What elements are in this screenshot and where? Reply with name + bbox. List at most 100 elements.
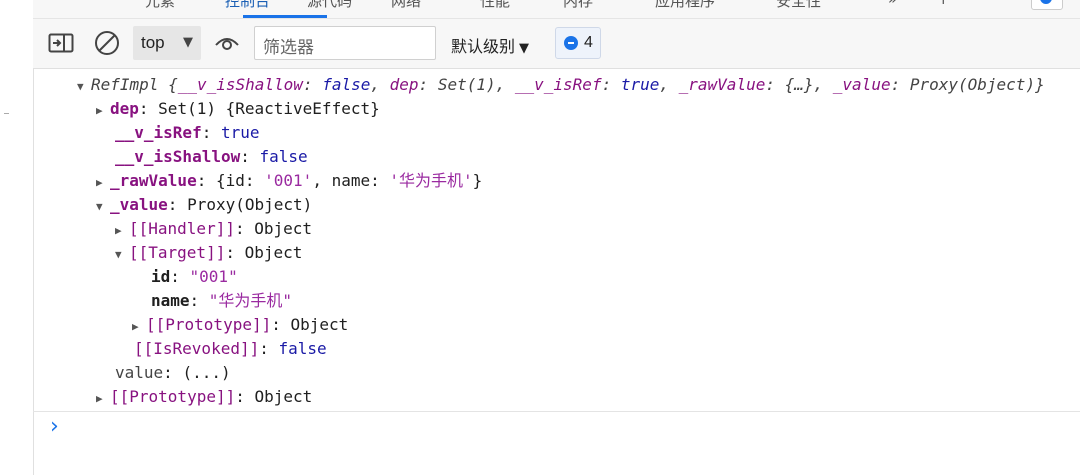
- prop-value: false: [259, 147, 308, 166]
- left-panel-strip: [0, 0, 34, 475]
- tree-row-value[interactable]: ▼ _value: Proxy(Object): [96, 193, 312, 217]
- tab-sources[interactable]: 源代码: [307, 0, 352, 10]
- console-prompt-icon[interactable]: ›: [50, 414, 59, 439]
- colon: :: [170, 267, 190, 286]
- preview-part: _rawValue: [678, 75, 766, 94]
- preview-part: ,: [659, 75, 679, 94]
- prop-value: : (...): [163, 363, 231, 382]
- sidebar-toggle-icon: [48, 33, 74, 53]
- log-levels-label: 默认级别: [451, 37, 516, 56]
- expanded-triangle-icon[interactable]: ▼: [77, 75, 91, 99]
- prop-key: [[Target]]: [129, 243, 226, 262]
- preview-part: : {…},: [765, 75, 833, 94]
- log-entry-refimpl[interactable]: ▼ RefImpl {__v_isShallow: false, dep: Set…: [77, 73, 1045, 97]
- context-label: top: [141, 33, 165, 52]
- preview-part: : Proxy(Object)}: [890, 75, 1045, 94]
- prop-key: value: [115, 363, 164, 382]
- collapsed-triangle-icon[interactable]: ▶: [96, 99, 110, 123]
- preview-part: __v_isShallow: [177, 75, 303, 94]
- preview-part: __v_isRef: [514, 75, 602, 94]
- expanded-triangle-icon[interactable]: ▼: [96, 195, 110, 219]
- prop-value: : Object: [225, 243, 303, 262]
- issues-button[interactable]: 4: [555, 27, 601, 59]
- colon: :: [240, 147, 260, 166]
- toggle-sidebar-button[interactable]: [47, 29, 75, 57]
- prop-value: false: [278, 339, 327, 358]
- prop-key: __v_isRef: [115, 123, 202, 142]
- preview-part: _value: [832, 75, 891, 94]
- active-tab-indicator: [243, 15, 327, 18]
- tree-row-dep[interactable]: ▶ dep: Set(1) {ReactiveEffect}: [96, 97, 380, 121]
- tab-security[interactable]: 安全性: [776, 0, 821, 10]
- tree-row-handler[interactable]: ▶ [[Handler]]: Object: [115, 217, 312, 241]
- prop-value: : Proxy(Object): [167, 195, 313, 214]
- tab-performance[interactable]: 性能: [480, 0, 510, 10]
- tree-row-prototype-outer[interactable]: ▶ [[Prototype]]: Object: [96, 385, 312, 409]
- preview-part: :: [601, 75, 621, 94]
- string-value: "001": [189, 267, 238, 286]
- collapsed-triangle-icon[interactable]: ▶: [96, 387, 110, 411]
- caret-down-icon: ▼: [519, 41, 530, 56]
- preview-part: : Set(1),: [418, 75, 515, 94]
- tree-row-isrevoked: [[IsRevoked]]: false: [134, 337, 327, 361]
- colon: :: [201, 123, 221, 142]
- tree-row-v-isshallow: __v_isShallow: false: [115, 145, 308, 169]
- tab-elements[interactable]: 元素: [145, 0, 175, 10]
- collapsed-triangle-icon[interactable]: ▶: [132, 315, 146, 339]
- refimpl-label: RefImpl: [91, 75, 159, 94]
- string-value: '华为手机': [389, 171, 473, 190]
- prop-key: [[Prototype]]: [110, 387, 236, 406]
- preview-part: ,: [370, 75, 390, 94]
- preview-part: false: [322, 75, 371, 94]
- prop-key: name: [151, 291, 190, 310]
- collapsed-triangle-icon[interactable]: ▶: [96, 171, 110, 195]
- prop-key: _value: [110, 195, 168, 214]
- add-tab-button[interactable]: +: [937, 0, 950, 8]
- refimpl-preview: {__v_isShallow: false, dep: Set(1), __v_…: [158, 75, 1045, 94]
- more-tabs-button[interactable]: »: [888, 0, 897, 8]
- prop-value: : Object: [271, 315, 349, 334]
- prop-value-part: : {id:: [196, 171, 265, 190]
- prop-key: id: [151, 267, 171, 286]
- feedback-button[interactable]: [1031, 0, 1063, 10]
- chat-icon: [1040, 0, 1052, 4]
- filter-input[interactable]: 筛选器: [254, 26, 436, 60]
- colon: :: [189, 291, 209, 310]
- tree-row-v-isref: __v_isRef: true: [115, 121, 260, 145]
- context-selector[interactable]: top ▼: [133, 26, 201, 60]
- prop-key: __v_isShallow: [115, 147, 241, 166]
- log-levels-dropdown[interactable]: 默认级别 ▼: [451, 33, 529, 57]
- tree-row-id: id: "001": [151, 265, 238, 289]
- prop-value-part: , name:: [312, 171, 390, 190]
- string-value: '001': [264, 171, 313, 190]
- tab-network[interactable]: 网络: [391, 0, 421, 10]
- expanded-triangle-icon[interactable]: ▼: [115, 243, 129, 267]
- tree-row-rawvalue[interactable]: ▶ _rawValue: {id: '001', name: '华为手机'}: [96, 169, 482, 193]
- preview-part: :: [302, 75, 323, 94]
- prop-key: [[IsRevoked]]: [134, 339, 260, 358]
- console-divider: [33, 411, 1080, 412]
- preview-part: dep: [389, 75, 419, 94]
- tree-row-target[interactable]: ▼ [[Target]]: Object: [115, 241, 302, 265]
- tab-application[interactable]: 应用程序: [655, 0, 715, 10]
- chevron-down-icon: ▼: [183, 35, 193, 50]
- console-toolbar: top ▼ 筛选器 默认级别 ▼ 4: [33, 19, 1080, 69]
- prop-key: _rawValue: [110, 171, 197, 190]
- prop-value: true: [220, 123, 260, 142]
- collapsed-triangle-icon[interactable]: ▶: [115, 219, 129, 243]
- tab-console[interactable]: 控制台: [225, 0, 270, 10]
- prop-value: : Set(1) {ReactiveEffect}: [138, 99, 380, 118]
- clear-console-button[interactable]: [93, 29, 121, 57]
- preview-part: {: [158, 75, 178, 94]
- devtools-tab-bar: 元素 控制台 源代码 网络 性能 内存 应用程序 安全性 » +: [33, 0, 1080, 19]
- clear-icon: [95, 31, 119, 55]
- live-expression-button[interactable]: [213, 29, 241, 57]
- tab-memory[interactable]: 内存: [563, 0, 593, 10]
- prop-value-part: }: [472, 171, 483, 190]
- tree-row-getter-value[interactable]: value: (...): [115, 361, 231, 385]
- tree-row-prototype-inner[interactable]: ▶ [[Prototype]]: Object: [132, 313, 348, 337]
- issues-icon: [564, 36, 578, 50]
- tree-row-name: name: "华为手机": [151, 289, 292, 313]
- prop-key: [[Prototype]]: [146, 315, 272, 334]
- issues-count: 4: [584, 34, 593, 51]
